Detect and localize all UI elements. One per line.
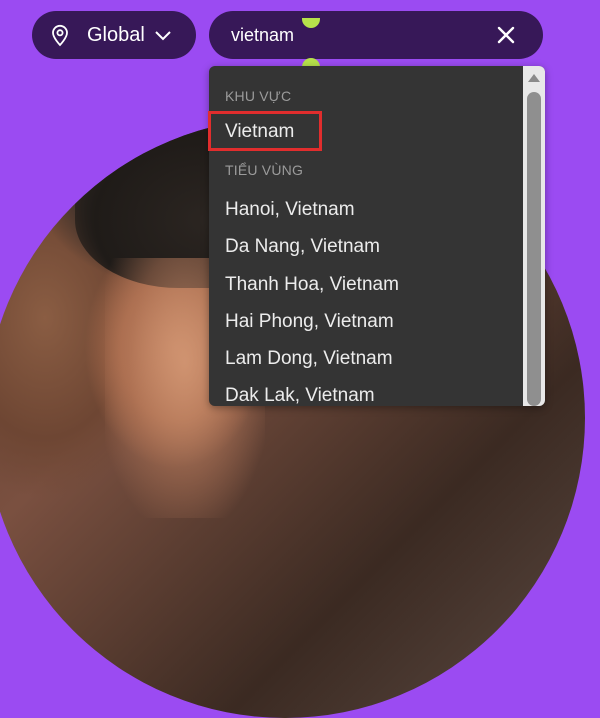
scroll-up-arrow-icon[interactable] <box>528 74 540 82</box>
close-icon[interactable] <box>494 23 518 47</box>
suggestion-item[interactable]: Hai Phong, Vietnam <box>225 311 394 333</box>
highlight-annotation-box <box>208 111 322 151</box>
region-selector-button[interactable]: Global <box>32 11 196 59</box>
section-header-subregion: TIỂU VÙNG <box>225 162 304 178</box>
region-label: Global <box>87 24 145 46</box>
search-box <box>209 11 543 68</box>
search-input[interactable] <box>231 23 471 47</box>
suggestion-item[interactable]: Da Nang, Vietnam <box>225 236 380 258</box>
suggestion-item[interactable]: Hanoi, Vietnam <box>225 199 355 221</box>
section-header-region: KHU VỰC <box>225 88 292 104</box>
scrollbar[interactable] <box>523 66 545 406</box>
scrollbar-thumb[interactable] <box>527 92 541 406</box>
suggestion-item[interactable]: Thanh Hoa, Vietnam <box>225 274 399 296</box>
suggestion-item[interactable]: Dak Lak, Vietnam <box>225 385 375 406</box>
location-pin-icon <box>48 23 72 47</box>
suggestion-item[interactable]: Lam Dong, Vietnam <box>225 348 393 370</box>
